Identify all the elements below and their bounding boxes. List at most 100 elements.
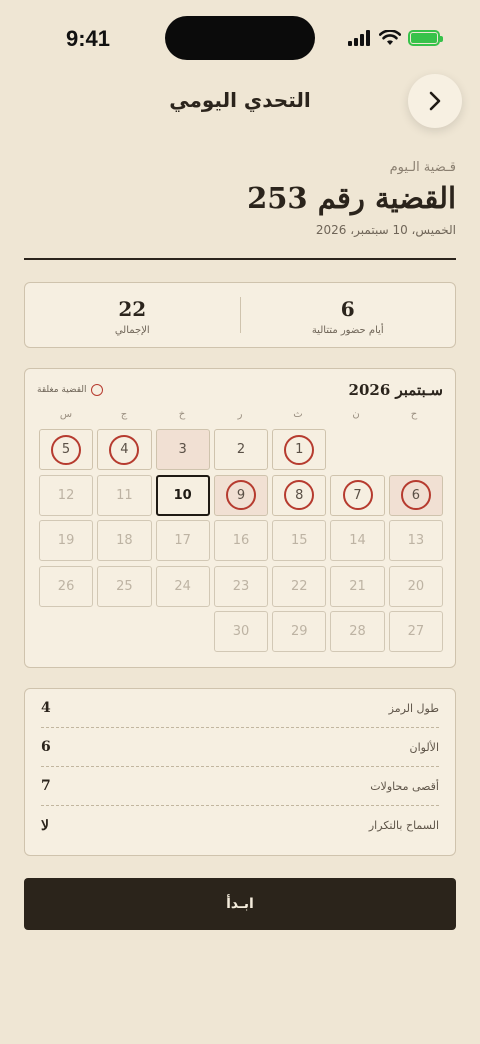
calendar-empty-cell bbox=[330, 429, 384, 470]
rule-label: طول الرمز bbox=[388, 701, 439, 715]
weekday-label: ث bbox=[293, 409, 303, 420]
case-label: قـضية الـيوم bbox=[389, 160, 456, 175]
calendar-day[interactable]: 7 bbox=[330, 474, 385, 516]
divider bbox=[24, 258, 456, 260]
calendar-card: سـبتمبر 2026 القضية مغلقة حنثرخجس 123456… bbox=[24, 368, 456, 668]
case-date: الخميس، 10 سبتمبر، 2026 bbox=[315, 223, 456, 237]
solved-circle-icon bbox=[90, 384, 103, 396]
calendar-day[interactable]: 27 bbox=[388, 611, 443, 652]
status-time: 9:41 bbox=[66, 26, 111, 51]
day-number: 28 bbox=[349, 624, 366, 639]
day-number: 11 bbox=[116, 487, 133, 503]
calendar-day[interactable]: 8 bbox=[272, 474, 327, 516]
calendar-day[interactable]: 10 bbox=[155, 474, 210, 516]
solved-day-number: 7 bbox=[342, 480, 373, 510]
day-number: 2 bbox=[236, 442, 246, 457]
calendar-day[interactable]: 25 bbox=[97, 565, 152, 607]
stat-streak: 6 أيام حضور متتالية bbox=[241, 283, 456, 347]
calendar-day[interactable]: 18 bbox=[97, 520, 152, 561]
calendar-day[interactable]: 14 bbox=[330, 520, 385, 561]
day-number: 30 bbox=[232, 624, 250, 639]
calendar-empty-cell bbox=[389, 429, 443, 470]
stat-streak-label: أيام حضور متتالية bbox=[311, 325, 384, 336]
stat-total-label: الإجمالي bbox=[114, 325, 150, 336]
day-number: 15 bbox=[290, 533, 308, 548]
day-number: 3 bbox=[178, 442, 187, 457]
dynamic-island bbox=[165, 16, 315, 60]
rules-card: 4 طول الرمز 6 الألوان 7 أقصى محاولات لا … bbox=[24, 688, 456, 856]
solved-day-number: 4 bbox=[109, 434, 140, 465]
calendar-legend: القضية مغلقة bbox=[37, 384, 103, 396]
day-number: 10 bbox=[173, 487, 192, 503]
solved-day-number: 8 bbox=[284, 480, 315, 510]
day-number: 21 bbox=[349, 578, 366, 594]
case-heading: قـضية الـيوم القضية رقم 253 الخميس، 10 س… bbox=[247, 160, 456, 237]
solved-day-number: 9 bbox=[225, 480, 256, 510]
calendar-empty-cell bbox=[39, 611, 93, 652]
calendar-day[interactable]: 11 bbox=[97, 474, 152, 516]
stat-streak-value: 6 bbox=[340, 297, 355, 321]
day-number: 13 bbox=[407, 533, 425, 548]
forward-button[interactable] bbox=[408, 74, 462, 128]
start-button[interactable]: ابـدأ bbox=[24, 878, 456, 930]
chevron-right-icon bbox=[429, 91, 441, 111]
calendar-day[interactable]: 13 bbox=[388, 520, 443, 561]
day-number: 19 bbox=[57, 533, 75, 548]
weekday-label: ن bbox=[352, 409, 360, 420]
day-number: 14 bbox=[349, 533, 366, 548]
calendar-day[interactable]: 30 bbox=[213, 611, 269, 652]
calendar-day[interactable]: 22 bbox=[272, 565, 327, 607]
day-number: 24 bbox=[174, 578, 191, 594]
rule-label: أقصى محاولات bbox=[370, 779, 439, 793]
calendar-day[interactable]: 23 bbox=[213, 565, 269, 607]
legend-label: القضية مغلقة bbox=[37, 385, 87, 395]
calendar-day[interactable]: 12 bbox=[38, 474, 94, 516]
calendar-day[interactable]: 16 bbox=[213, 520, 269, 561]
calendar-day[interactable]: 28 bbox=[330, 611, 385, 652]
day-number: 25 bbox=[116, 578, 133, 594]
calendar-day[interactable]: 1 bbox=[272, 429, 327, 470]
day-number: 22 bbox=[290, 578, 308, 594]
calendar-day[interactable]: 26 bbox=[38, 565, 94, 607]
day-number: 17 bbox=[174, 533, 191, 548]
calendar-day[interactable]: 9 bbox=[213, 474, 269, 516]
calendar-empty-cell bbox=[156, 611, 210, 652]
stats-card: 22 الإجمالي 6 أيام حضور متتالية bbox=[24, 282, 456, 348]
stat-total: 22 الإجمالي bbox=[25, 283, 240, 347]
calendar-day[interactable]: 29 bbox=[272, 611, 327, 652]
calendar-day[interactable]: 20 bbox=[388, 565, 443, 607]
rule-label: السماح بالتكرار bbox=[368, 819, 439, 832]
calendar-day[interactable]: 17 bbox=[155, 520, 210, 561]
day-number: 23 bbox=[232, 578, 250, 594]
calendar-day[interactable]: 5 bbox=[38, 429, 94, 470]
day-number: 16 bbox=[232, 533, 250, 548]
day-number: 12 bbox=[57, 487, 75, 503]
calendar-day[interactable]: 15 bbox=[272, 520, 327, 561]
calendar-day[interactable]: 24 bbox=[155, 565, 210, 607]
calendar-day[interactable]: 4 bbox=[97, 429, 152, 470]
solved-day-number: 6 bbox=[400, 480, 431, 510]
calendar-day[interactable]: 6 bbox=[388, 474, 443, 516]
status-icons bbox=[348, 30, 443, 46]
rule-label: الألوان bbox=[409, 740, 440, 754]
weekday-label: ج bbox=[120, 409, 128, 420]
weekday-label: س bbox=[59, 409, 73, 420]
calendar-empty-cell bbox=[97, 611, 151, 652]
rule-row: 7 أقصى محاولات bbox=[41, 767, 439, 806]
calendar-day[interactable]: 21 bbox=[330, 565, 385, 607]
stat-total-value: 22 bbox=[118, 297, 147, 321]
solved-day-number: 1 bbox=[284, 434, 315, 465]
calendar-day[interactable]: 19 bbox=[38, 520, 94, 561]
rule-value: 6 bbox=[41, 739, 51, 755]
day-number: 20 bbox=[407, 578, 425, 594]
calendar-day[interactable]: 3 bbox=[155, 429, 210, 470]
status-bar: 9:41 bbox=[0, 0, 480, 78]
rule-row: 4 طول الرمز bbox=[41, 689, 439, 728]
cellular-signal-icon bbox=[348, 30, 370, 46]
battery-charging-icon bbox=[408, 30, 443, 46]
wifi-icon bbox=[379, 30, 401, 45]
rule-row: 6 الألوان bbox=[41, 728, 439, 767]
rule-value: 4 bbox=[41, 700, 51, 716]
calendar-day[interactable]: 2 bbox=[213, 429, 269, 470]
weekday-header: حنثرخجس bbox=[37, 409, 443, 420]
